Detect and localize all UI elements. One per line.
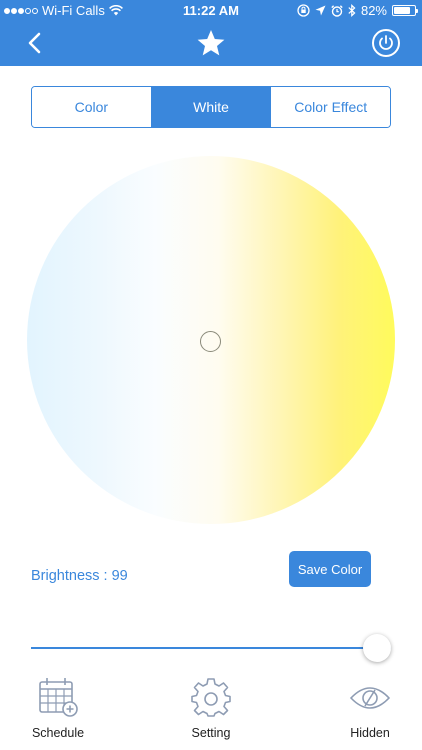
- location-icon: [315, 5, 326, 16]
- header-bar: Wi-Fi Calls 11:22 AM 82%: [0, 0, 422, 66]
- power-icon: [379, 35, 393, 50]
- hidden-button[interactable]: Hidden: [320, 676, 420, 740]
- eye-off-icon: [349, 687, 391, 709]
- schedule-button[interactable]: Schedule: [8, 676, 108, 740]
- battery-icon: [392, 5, 418, 16]
- save-color-button[interactable]: Save Color: [289, 551, 371, 587]
- status-right: 82%: [297, 3, 418, 18]
- color-picker-knob[interactable]: [200, 331, 221, 352]
- back-button[interactable]: [24, 29, 48, 57]
- rotation-lock-icon: [297, 4, 310, 17]
- star-icon: [197, 30, 225, 56]
- battery-level: [394, 7, 411, 14]
- brightness-slider-track[interactable]: [31, 647, 391, 649]
- hidden-label: Hidden: [350, 726, 390, 740]
- battery-percent: 82%: [360, 3, 387, 18]
- tab-color-effect[interactable]: Color Effect: [270, 87, 390, 127]
- setting-label: Setting: [191, 726, 231, 740]
- tab-white[interactable]: White: [150, 87, 271, 127]
- gear-icon: [191, 678, 231, 717]
- favorite-button[interactable]: [196, 28, 226, 58]
- power-button[interactable]: [372, 29, 400, 57]
- chevron-left-icon: [28, 32, 41, 54]
- tab-color[interactable]: Color: [32, 87, 151, 127]
- bluetooth-icon: [348, 4, 356, 17]
- mode-segmented-control: Color White Color Effect: [31, 86, 391, 128]
- brightness-slider-thumb[interactable]: [363, 634, 391, 662]
- brightness-label: Brightness : 99: [31, 568, 128, 584]
- status-bar: Wi-Fi Calls 11:22 AM 82%: [0, 0, 422, 22]
- alarm-icon: [331, 4, 343, 17]
- calendar-add-icon: [39, 678, 78, 717]
- schedule-label: Schedule: [31, 726, 85, 740]
- setting-button[interactable]: Setting: [161, 676, 261, 740]
